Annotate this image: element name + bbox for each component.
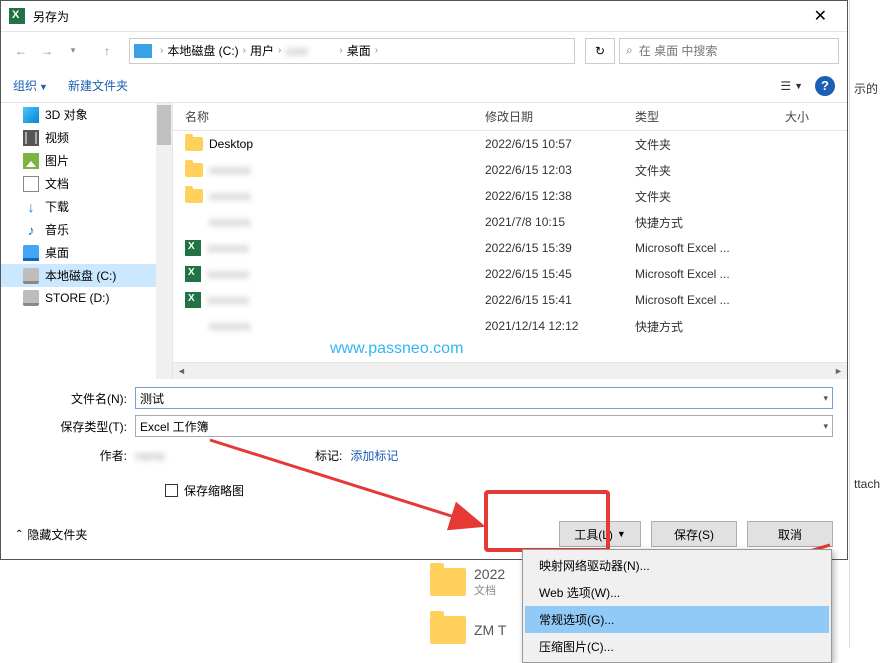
- i-drive-icon: [23, 268, 39, 284]
- sidebar-item[interactable]: ↓ 下载: [1, 195, 172, 218]
- file-row[interactable]: Desktop2022/6/15 10:57文件夹: [173, 131, 847, 157]
- i-3d-icon: [23, 107, 39, 123]
- sidebar-item-label: 下载: [45, 198, 69, 215]
- sidebar-item-label: 本地磁盘 (C:): [45, 267, 116, 284]
- folder-icon: [185, 189, 203, 203]
- organize-button[interactable]: 组织▼: [13, 77, 48, 94]
- i-desk-icon: [23, 245, 39, 261]
- filename-input[interactable]: 测试 ▾: [135, 387, 833, 409]
- file-row[interactable]: xxxxxxx2022/6/15 12:38文件夹: [173, 183, 847, 209]
- sidebar-item-label: STORE (D:): [45, 291, 109, 305]
- forward-button[interactable]: →: [35, 38, 59, 64]
- hide-folders-button[interactable]: ⌃隐藏文件夹: [15, 526, 87, 543]
- file-row[interactable]: xxxxxxx2021/7/8 10:15快捷方式: [173, 209, 847, 235]
- i-doc-icon: [23, 176, 39, 192]
- file-list[interactable]: Desktop2022/6/15 10:57文件夹xxxxxxx2022/6/1…: [173, 131, 847, 379]
- titlebar: 另存为 ✕: [1, 1, 847, 31]
- address-bar[interactable]: › 本地磁盘 (C:) › 用户 › user › 桌面 ›: [129, 38, 575, 64]
- tools-menu-item[interactable]: 压缩图片(C)...: [525, 633, 829, 660]
- file-row[interactable]: xxxxxxx2022/6/15 15:39Microsoft Excel ..…: [173, 235, 847, 261]
- window-title: 另存为: [33, 8, 802, 25]
- save-button[interactable]: 保存(S): [651, 521, 737, 547]
- drive-icon: [134, 44, 152, 58]
- file-row[interactable]: xxxxxxx2022/6/15 15:45Microsoft Excel ..…: [173, 261, 847, 287]
- toolbar: 组织▼ 新建文件夹 ☰▼ ?: [1, 69, 847, 103]
- background-panel: 示的 ttach: [849, 0, 887, 648]
- sidebar-item[interactable]: 桌面: [1, 241, 172, 264]
- tags-input[interactable]: 添加标记: [350, 447, 398, 464]
- file-row[interactable]: xxxxxxx2022/6/15 15:41Microsoft Excel ..…: [173, 287, 847, 313]
- file-row[interactable]: xxxxxxx2021/12/14 12:12快捷方式: [173, 313, 847, 339]
- column-headers[interactable]: 名称 修改日期 类型 大小: [173, 103, 847, 131]
- excel-icon: [9, 8, 25, 24]
- sidebar-item-label: 桌面: [45, 244, 69, 261]
- sidebar-item[interactable]: 视频: [1, 126, 172, 149]
- refresh-button[interactable]: ↻: [585, 38, 615, 64]
- sidebar-item-label: 文档: [45, 175, 69, 192]
- view-mode-button[interactable]: ☰▼: [780, 79, 803, 93]
- up-button[interactable]: ↑: [95, 38, 119, 64]
- nav-bar: ← → ▾ ↑ › 本地磁盘 (C:) › 用户 › user › 桌面 › ↻…: [1, 31, 847, 69]
- author-label: 作者:: [15, 447, 135, 464]
- cancel-button[interactable]: 取消: [747, 521, 833, 547]
- tools-menu-item[interactable]: 映射网络驱动器(N)...: [525, 552, 829, 579]
- sidebar-item-label: 视频: [45, 129, 69, 146]
- tags-label: 标记:: [315, 447, 350, 464]
- i-dl-icon: ↓: [23, 199, 39, 215]
- i-drive-icon: [23, 290, 39, 306]
- new-folder-button[interactable]: 新建文件夹: [68, 77, 128, 94]
- sidebar-item[interactable]: 3D 对象: [1, 103, 172, 126]
- sidebar-item-label: 图片: [45, 152, 69, 169]
- save-as-dialog: 另存为 ✕ ← → ▾ ↑ › 本地磁盘 (C:) › 用户 › user › …: [0, 0, 848, 560]
- crumb-users[interactable]: 用户: [250, 42, 274, 59]
- filetype-label: 保存类型(T):: [15, 418, 135, 435]
- i-video-icon: [23, 130, 39, 146]
- filename-label: 文件名(N):: [15, 390, 135, 407]
- file-row[interactable]: xxxxxxx2022/6/15 12:03文件夹: [173, 157, 847, 183]
- sidebar-item[interactable]: ♪ 音乐: [1, 218, 172, 241]
- sidebar-item-label: 3D 对象: [45, 106, 88, 123]
- sidebar-scrollbar[interactable]: [156, 103, 172, 379]
- crumb-drive[interactable]: 本地磁盘 (C:): [167, 42, 238, 59]
- search-input[interactable]: ⌕ 在 桌面 中搜索: [619, 38, 839, 64]
- sidebar-item[interactable]: STORE (D:): [1, 287, 172, 309]
- tools-button[interactable]: 工具(L)▼: [559, 521, 641, 547]
- tools-menu-item[interactable]: 常规选项(G)...: [525, 606, 829, 633]
- sidebar-item[interactable]: 图片: [1, 149, 172, 172]
- filetype-select[interactable]: Excel 工作簿 ▾: [135, 415, 833, 437]
- recent-dropdown[interactable]: ▾: [61, 38, 85, 64]
- author-value[interactable]: name: [135, 449, 195, 463]
- tools-menu-item[interactable]: Web 选项(W)...: [525, 579, 829, 606]
- xl-icon: [185, 292, 201, 308]
- sidebar-item[interactable]: 文档: [1, 172, 172, 195]
- crumb-user[interactable]: user: [285, 44, 335, 58]
- thumbnail-label: 保存缩略图: [184, 482, 244, 499]
- back-button[interactable]: ←: [9, 38, 33, 64]
- sidebar: 3D 对象视频图片文档 ↓ 下载 ♪ 音乐桌面本地磁盘 (C:) STORE (D:): [1, 103, 173, 379]
- sidebar-item-label: 音乐: [45, 221, 69, 238]
- i-music-icon: ♪: [23, 222, 39, 238]
- xl-icon: [185, 266, 201, 282]
- sidebar-item[interactable]: 本地磁盘 (C:): [1, 264, 172, 287]
- tools-dropdown-menu: 映射网络驱动器(N)...Web 选项(W)...常规选项(G)...压缩图片(…: [522, 549, 832, 663]
- thumbnail-checkbox[interactable]: [165, 484, 178, 497]
- i-pic-icon: [23, 153, 39, 169]
- horizontal-scrollbar[interactable]: ◄►: [173, 362, 847, 379]
- folder-icon: [185, 163, 203, 177]
- close-button[interactable]: ✕: [802, 2, 839, 30]
- crumb-desktop[interactable]: 桌面: [347, 42, 371, 59]
- xl-icon: [185, 240, 201, 256]
- folder-icon: [185, 137, 203, 151]
- help-button[interactable]: ?: [815, 76, 835, 96]
